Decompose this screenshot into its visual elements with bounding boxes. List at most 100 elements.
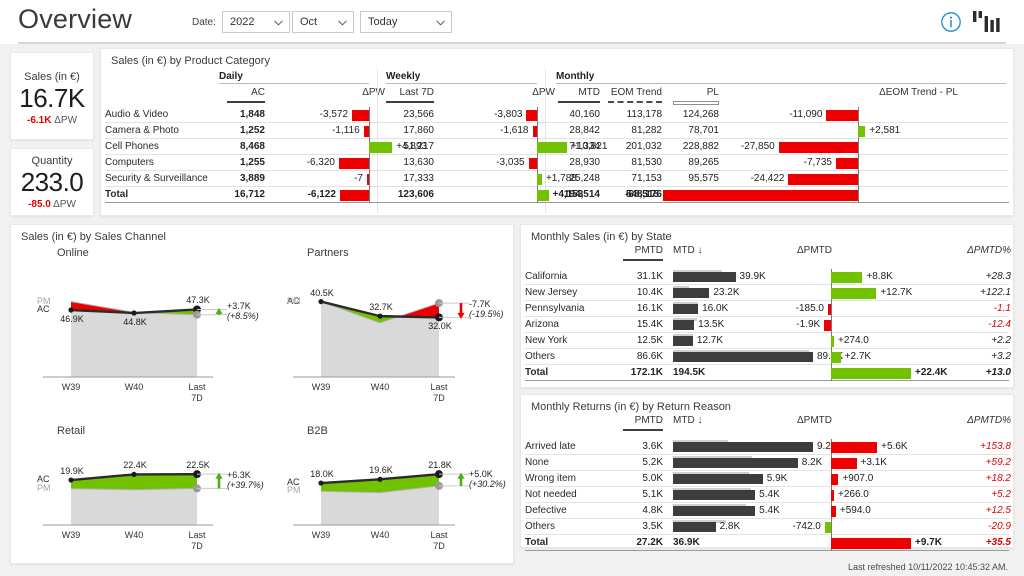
variance-percent-label: (+39.7%) bbox=[227, 480, 264, 491]
info-icon[interactable] bbox=[940, 11, 962, 33]
table-row[interactable]: Arizona 15.4K 13.5K -1.9K -12.4 bbox=[521, 317, 1015, 333]
series-label-pm: PM bbox=[287, 295, 301, 306]
cell-monthly-pl: 78,701 bbox=[688, 125, 719, 136]
slicer-year[interactable]: 2022 bbox=[222, 11, 290, 33]
delta-pmtd-bar bbox=[831, 352, 841, 363]
delta-pmtd-label: -742.0 bbox=[792, 521, 821, 532]
kpi-quantity-value: 233.0 bbox=[20, 167, 84, 197]
variance-label: +6.3K (+39.7%) bbox=[227, 470, 264, 491]
table-row[interactable]: Pennsylvania 16.1K 16.0K -185.0 -1.1 bbox=[521, 301, 1015, 317]
bar-logo-icon bbox=[972, 10, 1006, 34]
row-label: New York bbox=[525, 335, 568, 346]
mtd-value-label: 16.0K bbox=[702, 303, 729, 314]
variance-percent-label: (+8.5%) bbox=[227, 311, 259, 322]
table-row[interactable]: Others86.6K89.3K+2.7K+3.2 bbox=[521, 349, 1015, 365]
table-row[interactable]: Total 172.1K 194.5K +22.4K +13.0 bbox=[521, 365, 1015, 381]
cell-monthly-mtd: 28,930 bbox=[569, 157, 600, 168]
delta-label: -3,035 bbox=[496, 157, 525, 168]
colhead-mtd: MTD ↓ bbox=[673, 415, 703, 426]
kpi-sales-label: Sales (in €) bbox=[24, 71, 80, 83]
delta-pmtd-label: +5.6K bbox=[881, 441, 908, 452]
cell-pmtd: 172.1K bbox=[630, 367, 663, 378]
table-row[interactable]: Cell Phones 8,468 +4,893 51,217 +10,821 71,33… bbox=[101, 139, 1015, 155]
mtd-bar bbox=[673, 304, 699, 314]
delta-pmtd-bar bbox=[831, 490, 834, 501]
table-row[interactable]: California 31.1K 39.9K +8.8K +28.3 bbox=[521, 269, 1015, 285]
table-row[interactable]: Computers 1,255 -6,320 13,630 -3,035 28,930 81… bbox=[101, 155, 1015, 171]
colhead-delta-eom-pl: ΔEOM Trend - PL bbox=[879, 87, 958, 98]
table-row[interactable]: Wrong item 5.0K 5.9K +907.0 +18.2 bbox=[521, 471, 1015, 487]
mtd-value-label: 194.5K bbox=[673, 367, 706, 378]
sales-channel-title: Sales (in €) by Sales Channel bbox=[21, 231, 166, 243]
table-row[interactable]: New York 12.5K 12.7K +274.0 +2.2 bbox=[521, 333, 1015, 349]
category-name: Total bbox=[105, 189, 129, 200]
chevron-down-icon bbox=[338, 20, 347, 28]
delta-bar-negative bbox=[339, 158, 369, 169]
cell-monthly-pl: 124,268 bbox=[682, 109, 719, 120]
channel-panel-retail[interactable]: Retail 19.9K 22.4K 22.5K AC PM +6.3K (+39.7%) W3… bbox=[21, 425, 269, 559]
cell-pmtd: 12.5K bbox=[636, 335, 663, 346]
table-row[interactable]: Others 3.5K 2.8K -742.0 -20.9 bbox=[521, 519, 1015, 535]
table-row[interactable]: Arrived late 3.6K 9.2K +5.6K +153.8 bbox=[521, 439, 1015, 455]
delta-eom-label: -24,422 bbox=[750, 173, 785, 184]
mtd-value-label: 5.9K bbox=[766, 473, 788, 484]
channel-panel-online[interactable]: Online 46.9K 44.8K 47.3K AC PM +3.7K (+8.5%) W39… bbox=[21, 247, 269, 411]
table-row[interactable]: Camera & Photo 1,252 -1,116 17,860 -1,618 28,… bbox=[101, 123, 1015, 139]
x-axis-tick: Last 7D bbox=[188, 530, 206, 551]
mtd-value-label: 13.5K bbox=[698, 319, 725, 330]
cell-delta-pmtd-pct: +5.2 bbox=[991, 489, 1011, 500]
delta-pmtd-label: +266.0 bbox=[838, 489, 869, 500]
cell-pmtd: 16.1K bbox=[636, 303, 663, 314]
delta-pmtd-bar bbox=[831, 336, 834, 347]
delta-pmtd-label: -1.9K bbox=[796, 319, 821, 330]
delta-eom-bar-negative bbox=[788, 174, 858, 185]
delta-pmtd-label: +12.7K bbox=[880, 287, 913, 298]
table-row[interactable]: Defective 4.8K 5.4K +594.0 +12.5 bbox=[521, 503, 1015, 519]
table-row[interactable]: Audio & Video 1,848 -3,572 23,566 -3,803 40,1… bbox=[101, 107, 1015, 123]
product-category-title: Sales (in €) by Product Category bbox=[111, 55, 270, 67]
page-title: Overview bbox=[18, 4, 133, 34]
colhead-pmtd: PMTD bbox=[634, 245, 663, 256]
cell-pmtd: 3.6K bbox=[642, 441, 663, 452]
kpi-card-quantity[interactable]: Quantity 233.0 -85.0 ΔPW bbox=[10, 148, 94, 216]
mtd-value-label: 2.8K bbox=[719, 521, 741, 532]
delta-bar-negative bbox=[367, 174, 369, 185]
mtd-value-label: 8.2K bbox=[801, 457, 823, 468]
data-point-label: 18.0K bbox=[310, 469, 334, 480]
table-row[interactable]: None 5.2K 8.2K +3.1K +59.2 bbox=[521, 455, 1015, 471]
mtd-bar bbox=[673, 458, 798, 468]
data-point-label: 22.5K bbox=[186, 460, 210, 471]
cell-pmtd: 10.4K bbox=[636, 287, 663, 298]
cell-daily-ac: 3,889 bbox=[239, 173, 265, 184]
row-label: Others bbox=[525, 351, 556, 362]
category-name: Computers bbox=[105, 157, 154, 168]
cell-monthly-mtd: 28,842 bbox=[569, 125, 600, 136]
slicer-month[interactable]: Oct bbox=[292, 11, 354, 33]
cell-delta-pmtd-pct: +12.5 bbox=[985, 505, 1011, 516]
channel-panel-partners[interactable]: Partners 40.5K 32.7K 32.0K AC PM -7.7K (-19.5%)… bbox=[271, 247, 511, 411]
cell-weekly-last7d: 23,566 bbox=[403, 109, 434, 120]
channel-panel-b2b[interactable]: B2B 18.0K 19.6K 21.8K AC PM +5.0K (+30.2%) W39 W4… bbox=[271, 425, 511, 559]
table-row[interactable]: Security & Surveillance 3,889 -7 17,333 +1,7… bbox=[101, 171, 1015, 187]
slicer-period[interactable]: Today bbox=[360, 11, 452, 33]
colhead-pmtd: PMTD bbox=[634, 415, 663, 426]
monthly-sales-by-state-card: Monthly Sales (in €) by State PMTD MTD ↓ Δ… bbox=[520, 224, 1014, 388]
table-row[interactable]: Not needed 5.1K 5.4K +266.0 +5.2 bbox=[521, 487, 1015, 503]
cell-pmtd: 5.0K bbox=[642, 473, 663, 484]
delta-pmtd-bar bbox=[828, 304, 831, 315]
cell-delta-pmtd-pct: +122.1 bbox=[980, 287, 1011, 298]
cell-monthly-mtd: 194,514 bbox=[563, 189, 600, 200]
delta-eom-bar-negative bbox=[826, 110, 858, 121]
variance-label: +3.7K (+8.5%) bbox=[227, 301, 259, 322]
cell-weekly-last7d: 13,630 bbox=[403, 157, 434, 168]
table-row[interactable]: Total 16,712 -6,122 123,606 +4,153 194,514 548… bbox=[101, 187, 1015, 203]
kpi-card-sales[interactable]: Sales (in €) 16.7K -6.1K ΔPW bbox=[10, 52, 94, 140]
delta-pmtd-label: -185.0 bbox=[795, 303, 824, 314]
product-category-card: Sales (in €) by Product Category Daily We… bbox=[100, 48, 1014, 216]
delta-label: -6,122 bbox=[307, 189, 336, 200]
colhead-mtd: MTD ↓ bbox=[673, 245, 703, 256]
mtd-bar bbox=[673, 442, 813, 452]
table-row[interactable]: New Jersey 10.4K 23.2K +12.7K +122.1 bbox=[521, 285, 1015, 301]
x-axis-tick: W39 bbox=[311, 382, 331, 392]
table-row[interactable]: Total 27.2K 36.9K +9.7K +35.5 bbox=[521, 535, 1015, 551]
